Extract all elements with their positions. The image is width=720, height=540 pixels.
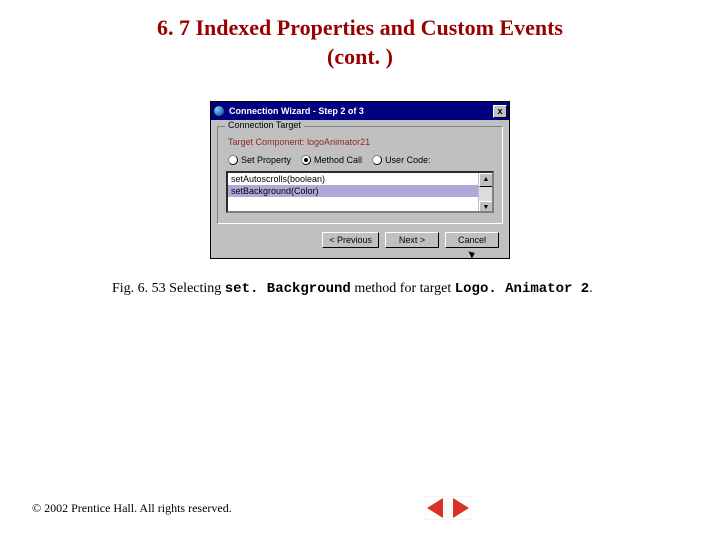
slide-nav [425,496,471,520]
window-title: Connection Wizard - Step 2 of 3 [229,106,364,116]
target-type-radios: Set Property Method Call User Code: [228,155,494,165]
list-item[interactable]: setAutoscrolls(boolean) [228,173,492,185]
titlebar: Connection Wizard - Step 2 of 3 x [211,102,509,120]
title-line-1: 6. 7 Indexed Properties and Custom Event… [40,14,680,43]
close-button[interactable]: x [493,105,507,118]
next-slide-button[interactable] [451,496,471,520]
method-list[interactable]: ▲ ▼ setAutoscrolls(boolean) setBackgroun… [226,171,494,213]
scrollbar[interactable]: ▲ ▼ [478,173,492,213]
previous-button[interactable]: < Previous [322,232,379,248]
caption-code-1: set. Background [225,281,351,297]
radio-set-property[interactable]: Set Property [228,155,291,165]
wizard-button-row: < Previous Next > Cancel [217,224,503,252]
wizard-screenshot: Connection Wizard - Step 2 of 3 x Connec… [210,101,510,259]
scroll-up-button[interactable]: ▲ [479,173,493,187]
radio-icon [372,155,382,165]
caption-suffix: . [589,281,593,296]
radio-user-code[interactable]: User Code: [372,155,431,165]
copyright-text: © 2002 Prentice Hall. All rights reserve… [32,501,232,516]
list-item-selected[interactable]: setBackground(Color) [228,185,492,197]
radio-icon [301,155,311,165]
figure-caption: Fig. 6. 53 Selecting set. Background met… [0,277,720,297]
title-line-2: (cont. ) [40,43,680,72]
radio-label: Method Call [314,155,362,165]
caption-mid: method for target [351,281,455,296]
radio-method-call[interactable]: Method Call [301,155,362,165]
copyright-footer: © 2002 Prentice Hall. All rights reserve… [32,501,232,516]
connection-wizard-window: Connection Wizard - Step 2 of 3 x Connec… [210,101,510,259]
connection-target-group: Connection Target Target Component: logo… [217,126,503,224]
caption-prefix: Fig. 6. 53 Selecting [112,281,225,296]
radio-icon [228,155,238,165]
radio-label: Set Property [241,155,291,165]
prev-slide-button[interactable] [425,496,445,520]
triangle-left-icon [427,498,443,518]
slide-title: 6. 7 Indexed Properties and Custom Event… [0,0,720,77]
radio-label: User Code: [385,155,431,165]
target-component-label: Target Component: logoAnimator21 [228,137,494,147]
triangle-right-icon [453,498,469,518]
caption-code-2: Logo. Animator 2 [455,281,589,297]
cancel-button[interactable]: Cancel [445,232,499,248]
app-icon [213,105,225,117]
scroll-down-button[interactable]: ▼ [479,201,493,213]
next-button[interactable]: Next > [385,232,439,248]
group-legend: Connection Target [225,120,304,130]
wizard-body: Connection Target Target Component: logo… [211,120,509,258]
